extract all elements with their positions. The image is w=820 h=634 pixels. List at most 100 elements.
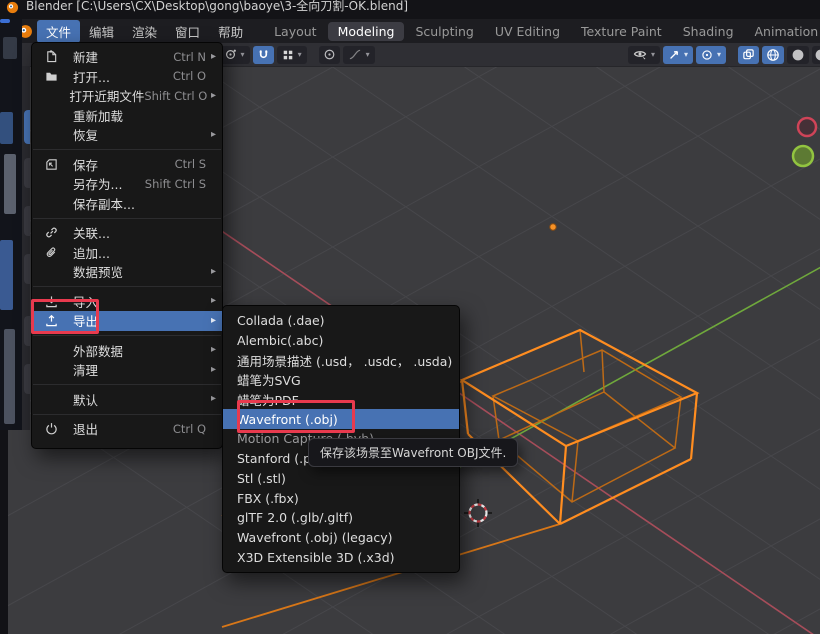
file-menu: 新建 Ctrl N ▸ 打开... Ctrl O 打开近期文件 Shift Ct… — [31, 42, 223, 449]
proportional-editing-button[interactable] — [319, 46, 340, 64]
file-menu-item-save-as[interactable]: 另存为... Shift Ctrl S — [32, 174, 222, 194]
export-item-gltf[interactable]: glTF 2.0 (.glb/.gltf) — [223, 508, 459, 528]
file-menu-item-defaults[interactable]: 默认 ▸ — [32, 390, 222, 410]
export-item-usd[interactable]: 通用场景描述 (.usd， .usdc， .usda) — [223, 350, 459, 370]
show-gizmo-dropdown[interactable]: ▾ — [663, 46, 693, 64]
file-menu-item-revert[interactable]: 重新加载 — [32, 106, 222, 126]
snap-toggle-button[interactable] — [253, 46, 274, 64]
file-menu-item-save[interactable]: 保存 Ctrl S — [32, 155, 222, 175]
export-item-alembic[interactable]: Alembic(.abc) — [223, 331, 459, 351]
power-icon — [45, 422, 73, 435]
pivot-icon — [224, 48, 237, 61]
solid-sphere-icon — [791, 48, 805, 62]
overlays-sphere-icon — [701, 49, 713, 61]
xray-icon — [742, 48, 755, 61]
submenu-arrow-icon: ▸ — [206, 52, 216, 62]
eye-cursor-icon — [633, 48, 647, 61]
falloff-curve-icon — [348, 48, 362, 61]
blender-logo-icon — [6, 1, 19, 14]
proportional-circle-icon — [323, 48, 336, 61]
submenu-arrow-icon: ▸ — [206, 296, 216, 306]
file-menu-item-save-copy[interactable]: 保存副本... — [32, 194, 222, 214]
paperclip-icon — [45, 246, 73, 259]
proportional-falloff-dropdown[interactable]: ▾ — [343, 46, 375, 64]
link-icon — [45, 226, 73, 239]
submenu-arrow-icon: ▸ — [207, 91, 216, 101]
wireframe-globe-icon — [766, 48, 780, 62]
export-item-stl[interactable]: Stl (.stl) — [223, 469, 459, 489]
gizmo-arrow-icon — [668, 49, 680, 61]
tab-animation[interactable]: Animation — [745, 22, 820, 41]
chevron-down-icon: ▾ — [651, 51, 655, 59]
menu-window[interactable]: 窗口 — [166, 20, 209, 43]
export-item-fbx[interactable]: FBX (.fbx) — [223, 488, 459, 508]
tab-layout[interactable]: Layout — [264, 22, 327, 41]
object-origin-dot — [550, 224, 556, 230]
title-bar: Blender [C:\Users\CX\Desktop\gong\baoye\… — [0, 0, 820, 19]
workspace-tabs: Layout Modeling Sculpting UV Editing Tex… — [264, 22, 820, 41]
submenu-arrow-icon: ▸ — [206, 365, 216, 375]
submenu-arrow-icon: ▸ — [206, 394, 216, 404]
gizmo-axis-x[interactable] — [798, 118, 816, 136]
export-item-collada[interactable]: Collada (.dae) — [223, 311, 459, 331]
file-menu-item-append[interactable]: 追加... — [32, 243, 222, 263]
pivot-point-dropdown[interactable]: ▾ — [219, 46, 250, 64]
export-item-grease-pencil-svg[interactable]: 蜡笔为SVG — [223, 370, 459, 390]
file-menu-item-link[interactable]: 关联... — [32, 223, 222, 243]
menu-file[interactable]: 文件 — [37, 20, 80, 43]
tab-shading[interactable]: Shading — [673, 22, 744, 41]
save-icon — [45, 158, 73, 171]
menu-help[interactable]: 帮助 — [209, 20, 252, 43]
menu-separator — [33, 414, 221, 415]
tab-uv-editing[interactable]: UV Editing — [485, 22, 570, 41]
show-overlays-dropdown[interactable]: ▾ — [696, 46, 726, 64]
top-bar: 文件 编辑 渲染 窗口 帮助 Layout Modeling Sculpting… — [0, 19, 820, 43]
object-visibility-dropdown[interactable]: ▾ — [628, 46, 660, 64]
menu-render[interactable]: 渲染 — [123, 20, 166, 43]
file-menu-item-recover[interactable]: 恢复 ▸ — [32, 125, 222, 145]
menu-separator — [33, 149, 221, 150]
chevron-down-icon: ▾ — [684, 51, 688, 59]
file-menu-item-clean-up[interactable]: 清理 ▸ — [32, 360, 222, 380]
gizmo-axis-y[interactable] — [793, 146, 813, 166]
submenu-arrow-icon: ▸ — [206, 130, 216, 140]
chevron-down-icon: ▾ — [298, 51, 302, 59]
tab-texture-paint[interactable]: Texture Paint — [571, 22, 672, 41]
magnet-icon — [257, 48, 270, 61]
file-menu-item-open[interactable]: 打开... Ctrl O — [32, 67, 222, 87]
window-title: Blender [C:\Users\CX\Desktop\gong\baoye\… — [26, 0, 408, 14]
snap-grid-icon — [282, 49, 294, 61]
viewport-display-controls: ▾ ▾ ▾ — [628, 46, 820, 64]
background-window-sliver — [0, 19, 22, 430]
submenu-arrow-icon: ▸ — [206, 316, 216, 326]
file-menu-item-open-recent[interactable]: 打开近期文件 Shift Ctrl O ▸ — [32, 86, 222, 106]
material-sphere-icon — [814, 48, 820, 62]
file-menu-item-quit[interactable]: 退出 Ctrl Q — [32, 419, 222, 439]
file-menu-item-external-data[interactable]: 外部数据 ▸ — [32, 341, 222, 361]
submenu-arrow-icon: ▸ — [206, 345, 216, 355]
snap-settings-dropdown[interactable]: ▾ — [277, 46, 307, 64]
annotation-box-export — [31, 299, 99, 334]
tooltip-text: 保存该场景至Wavefront OBJ文件. — [320, 446, 506, 460]
tooltip: 保存该场景至Wavefront OBJ文件. — [308, 438, 518, 467]
menu-edit[interactable]: 编辑 — [80, 20, 123, 43]
menu-separator — [33, 286, 221, 287]
new-file-icon — [45, 50, 73, 63]
menu-separator — [33, 335, 221, 336]
export-item-x3d[interactable]: X3D Extensible 3D (.x3d) — [223, 547, 459, 567]
xray-toggle-button[interactable] — [738, 46, 759, 64]
tab-sculpting[interactable]: Sculpting — [405, 22, 483, 41]
chevron-down-icon: ▾ — [717, 51, 721, 59]
shading-solid-button[interactable] — [787, 46, 809, 64]
tab-modeling[interactable]: Modeling — [328, 22, 405, 41]
file-menu-item-new[interactable]: 新建 Ctrl N ▸ — [32, 47, 222, 67]
export-item-wavefront-legacy[interactable]: Wavefront (.obj) (legacy) — [223, 528, 459, 548]
shading-wireframe-button[interactable] — [762, 46, 784, 64]
annotation-box-wavefront — [237, 400, 355, 433]
file-menu-item-data-preview[interactable]: 数据预览 ▸ — [32, 262, 222, 282]
menu-separator — [33, 218, 221, 219]
toolbar-slice — [22, 66, 30, 430]
folder-open-icon — [45, 70, 73, 83]
shading-material-button[interactable] — [812, 46, 820, 64]
menu-separator — [33, 384, 221, 385]
